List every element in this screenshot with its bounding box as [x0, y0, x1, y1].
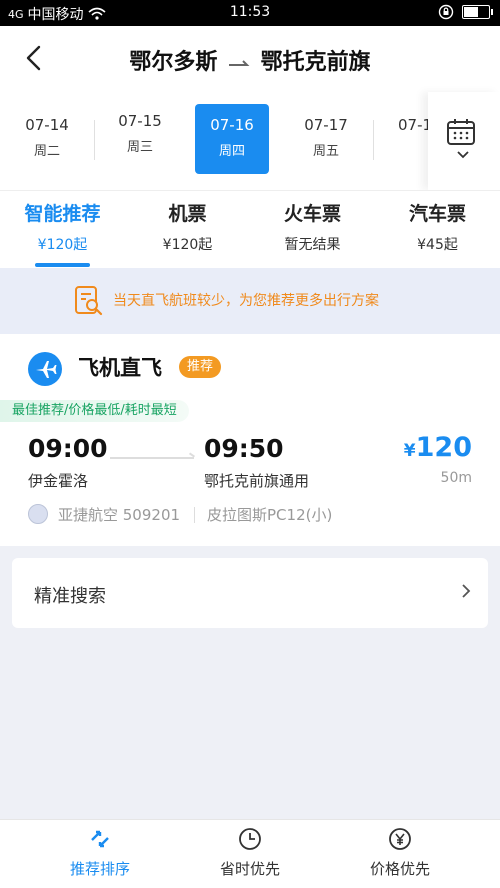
direct-flight-card[interactable]: 飞机直飞 推荐 最佳推荐/价格最低/耗时最短 09:00 09:50 伊金霍洛 … — [0, 334, 500, 546]
date-divider — [94, 120, 95, 160]
tab-flight[interactable]: 机票 ¥120起 — [125, 199, 250, 254]
sort-time[interactable]: 省时优先 — [167, 826, 333, 879]
date-label: 07-16 — [210, 116, 254, 134]
departure-airport: 伊金霍洛 — [28, 472, 89, 490]
airline-flight-number: 亚捷航空 509201 — [58, 506, 181, 524]
route-title: 鄂尔多斯 鄂托克前旗 — [0, 44, 500, 76]
lock-rotation-icon — [438, 4, 454, 20]
recommend-badge: 推荐 — [179, 356, 222, 378]
tab-price: 暂无结果 — [284, 237, 341, 253]
info-divider — [194, 507, 195, 523]
date-label: 07-17 — [304, 116, 348, 134]
direct-flight-label: 飞机直飞 — [78, 356, 162, 380]
precise-search-label: 精准搜索 — [34, 586, 106, 607]
tab-label: 汽车票 — [408, 203, 466, 225]
clock-icon — [239, 828, 261, 850]
header: 鄂尔多斯 鄂托克前旗 — [0, 26, 500, 92]
search-document-icon — [75, 286, 103, 316]
date-item-0717[interactable]: 07-17 周五 — [289, 104, 363, 174]
battery-icon — [462, 5, 493, 19]
status-right — [438, 4, 493, 20]
sort-label: 价格优先 — [369, 860, 430, 878]
notice-banner: 当天直飞航班较少，为您推荐更多出行方案 — [0, 268, 500, 334]
tab-label: 智能推荐 — [24, 203, 101, 225]
tab-train[interactable]: 火车票 暂无结果 — [250, 199, 375, 254]
precise-search-button[interactable]: 精准搜索 — [12, 558, 488, 628]
weekday-label: 周三 — [126, 140, 153, 155]
flight-duration: 50m — [440, 470, 472, 486]
currency-symbol: ¥ — [403, 441, 416, 461]
origin-city: 鄂尔多斯 — [129, 50, 218, 75]
clock: 11:53 — [229, 4, 271, 20]
calendar-button[interactable] — [428, 92, 500, 190]
date-item-0715[interactable]: 07-15 周三 — [103, 104, 177, 174]
weekday-label: 周二 — [33, 144, 60, 159]
price-amount: 120 — [415, 432, 472, 463]
date-item-0714[interactable]: 07-14 周二 — [10, 104, 84, 174]
arrival-time: 09:50 — [204, 434, 284, 463]
flight-line — [110, 457, 194, 459]
sort-icon — [91, 830, 109, 848]
weekday-label: 周五 — [312, 144, 339, 159]
date-item-0716[interactable]: 07-16 周四 — [195, 104, 269, 174]
tab-price: ¥45起 — [417, 237, 458, 253]
tab-label: 机票 — [168, 203, 207, 225]
sort-label: 省时优先 — [219, 860, 280, 878]
calendar-icon — [447, 119, 475, 145]
best-tag: 最佳推荐/价格最低/耗时最短 — [0, 400, 189, 422]
yen-icon — [389, 828, 411, 850]
date-selector: 07-14 周二 07-15 周三 07-16 周四 07-17 周五 07-1 — [0, 92, 500, 190]
sort-price[interactable]: 价格优先 — [317, 826, 483, 879]
destination-city: 鄂托克前旗 — [260, 50, 371, 75]
chevron-down-icon — [457, 151, 469, 159]
date-label: 07-15 — [118, 112, 162, 130]
tab-label: 火车票 — [283, 203, 341, 225]
aircraft-type: 皮拉图斯PC12(小) — [207, 506, 333, 524]
tab-bus[interactable]: 汽车票 ¥45起 — [375, 199, 500, 254]
date-divider — [373, 120, 374, 160]
tab-price: ¥120起 — [162, 237, 213, 253]
tab-smart-recommend[interactable]: 智能推荐 ¥120起 — [0, 199, 125, 267]
date-label: 07-14 — [25, 116, 69, 134]
sort-recommend[interactable]: 推荐排序 — [17, 826, 183, 879]
bottom-sort-bar: 推荐排序 省时优先 价格优先 — [0, 819, 500, 888]
airplane-icon — [28, 352, 62, 386]
status-bar: 4G 中国移动 11:53 — [0, 0, 500, 26]
transport-tabs: 智能推荐 ¥120起 机票 ¥120起 火车票 暂无结果 汽车票 ¥45起 — [0, 190, 500, 269]
active-tab-indicator — [35, 263, 90, 267]
weekday-label: 周四 — [218, 144, 245, 159]
arrival-airport: 鄂托克前旗通用 — [204, 472, 310, 490]
tab-price: ¥120起 — [37, 237, 88, 253]
chevron-right-icon — [462, 584, 471, 598]
airline-logo-icon — [28, 504, 48, 524]
flight-price: ¥120 — [404, 432, 472, 463]
route-arrow-icon — [229, 60, 250, 66]
notice-text: 当天直飞航班较少，为您推荐更多出行方案 — [113, 293, 379, 309]
sort-label: 推荐排序 — [69, 860, 130, 878]
departure-time: 09:00 — [28, 434, 108, 463]
